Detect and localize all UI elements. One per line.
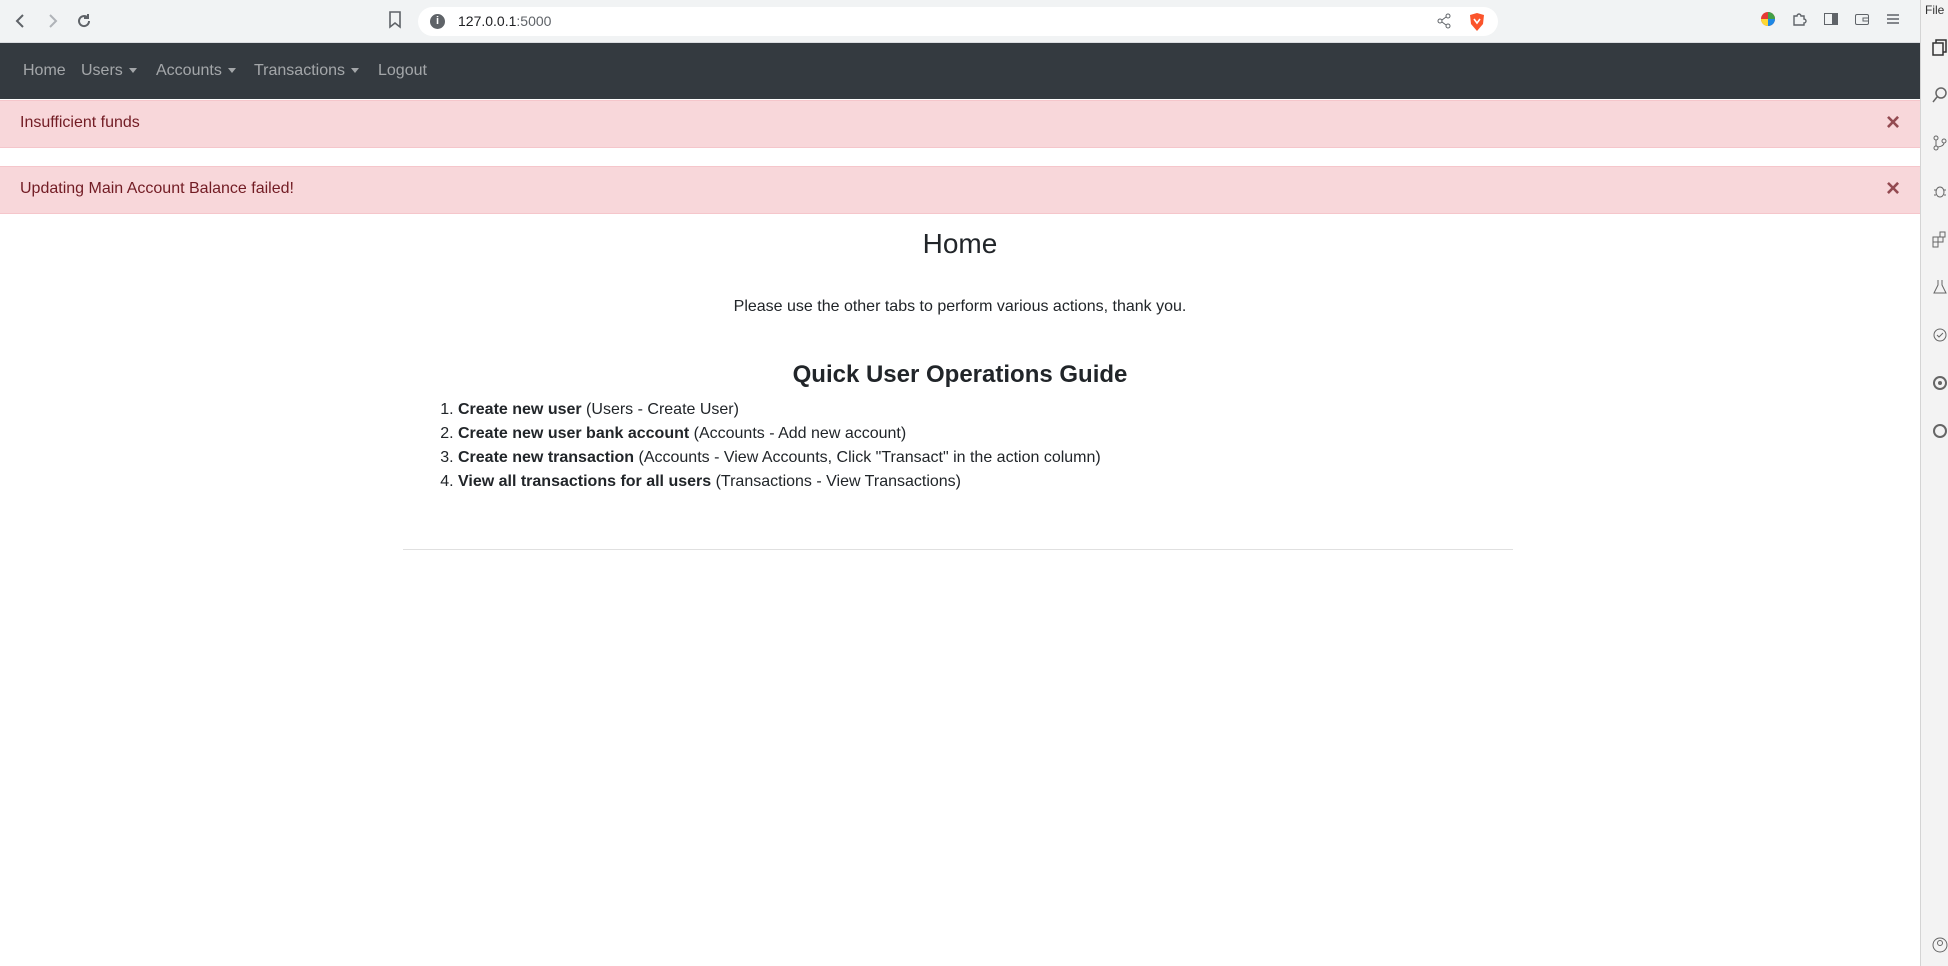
alert-message: Insufficient funds (20, 114, 140, 131)
guide-item-detail: (Accounts - View Accounts, Click "Transa… (634, 449, 1101, 466)
nav-users-dropdown[interactable]: Users (81, 43, 137, 99)
url-text: 127.0.0.1:5000 (458, 13, 552, 29)
alert-message: Updating Main Account Balance failed! (20, 180, 294, 197)
guide-item-bold: View all transactions for all users (458, 473, 712, 490)
bookmark-icon[interactable] (388, 11, 402, 34)
guide-item-bold: Create new transaction (458, 449, 635, 466)
guide-item: Create new transaction (Accounts - View … (458, 446, 1101, 470)
back-icon[interactable] (10, 10, 32, 32)
settings-sync-icon[interactable] (1931, 422, 1948, 440)
gear-icon[interactable] (1931, 374, 1948, 392)
guide-item: Create new user (Users - Create User) (458, 398, 1101, 422)
guide-item-detail: (Transactions - View Transactions) (711, 473, 962, 490)
guide-heading: Quick User Operations Guide (792, 361, 1128, 388)
browser-toolbar: i 127.0.0.1:5000 (0, 0, 1920, 43)
guide-item: View all transactions for all users (Tra… (458, 470, 1101, 494)
page-title: Home (922, 228, 998, 259)
extensions-icon[interactable] (1931, 230, 1948, 248)
puzzle-icon[interactable] (1791, 11, 1807, 32)
close-icon[interactable]: × (1886, 110, 1900, 136)
remote-icon[interactable] (1931, 326, 1948, 344)
divider (403, 549, 1513, 550)
wallet-icon[interactable] (1854, 11, 1870, 32)
nav-home[interactable]: Home (23, 43, 66, 99)
guide-item-bold: Create new user bank account (458, 425, 690, 442)
reload-icon[interactable] (73, 10, 95, 32)
guide-item-detail: (Accounts - Add new account) (689, 425, 907, 442)
alert-danger: Updating Main Account Balance failed! × (0, 166, 1920, 214)
search-icon[interactable] (1931, 86, 1948, 104)
source-control-icon[interactable] (1931, 134, 1948, 152)
side-panel-label: File (1925, 3, 1945, 17)
nav-transactions-dropdown[interactable]: Transactions (254, 43, 359, 99)
sidebar-toggle-icon[interactable] (1823, 11, 1839, 32)
debug-icon[interactable] (1931, 182, 1948, 200)
caret-down-icon (227, 68, 236, 74)
guide-item-detail: (Users - Create User) (581, 401, 739, 418)
extension-color-icon[interactable] (1760, 11, 1776, 32)
side-panel-strip: File (1920, 0, 1948, 966)
caret-down-icon (351, 68, 359, 74)
share-icon[interactable] (1436, 13, 1452, 34)
account-icon[interactable] (1931, 936, 1948, 954)
close-icon[interactable]: × (1886, 176, 1900, 202)
explorer-icon[interactable] (1931, 38, 1948, 56)
nav-transactions-label: Transactions (254, 62, 345, 79)
nav-logout[interactable]: Logout (378, 43, 427, 99)
nav-users-label: Users (81, 62, 123, 79)
app-navbar: Home Users Accounts Transactions Logout (0, 43, 1920, 99)
brave-shield-icon[interactable] (1468, 12, 1486, 37)
guide-item-bold: Create new user (458, 401, 582, 418)
flask-icon[interactable] (1931, 278, 1948, 296)
menu-icon[interactable] (1885, 11, 1901, 32)
guide-item: Create new user bank account (Accounts -… (458, 422, 1101, 446)
caret-down-icon (128, 68, 137, 74)
address-bar[interactable]: i 127.0.0.1:5000 (418, 7, 1498, 36)
forward-icon[interactable] (41, 10, 63, 32)
nav-accounts-dropdown[interactable]: Accounts (156, 43, 236, 99)
alert-danger: Insufficient funds × (0, 100, 1920, 148)
intro-text: Please use the other tabs to perform var… (733, 298, 1187, 315)
site-info-icon[interactable]: i (430, 14, 445, 29)
guide-list: Create new user (Users - Create User) Cr… (418, 398, 1101, 494)
nav-accounts-label: Accounts (156, 62, 222, 79)
